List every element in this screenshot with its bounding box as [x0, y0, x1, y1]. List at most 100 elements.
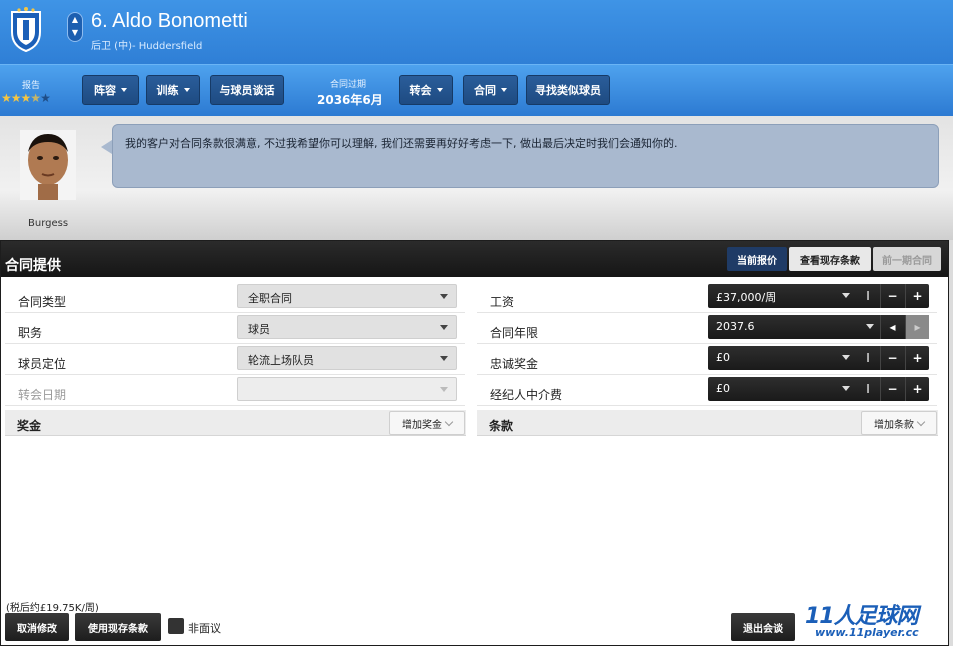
agent-fee-value: £0	[716, 382, 730, 395]
transfer-date-label: 转会日期	[18, 388, 67, 402]
minus-icon[interactable]: −	[880, 377, 904, 401]
exit-talks-button[interactable]: 退出会谈	[731, 613, 795, 641]
agent-fee-select[interactable]: £0 I − +	[708, 377, 929, 401]
speech-bubble-tail	[101, 140, 112, 154]
tab-previous-contract: 前一期合同	[873, 247, 941, 271]
role-value: 球员	[248, 323, 270, 336]
find-similar-label: 寻找类似球员	[535, 84, 601, 97]
contract-offer-panel: 合同提供 当前报价 查看现存条款 前一期合同 合同类型 全职合同 职务 球员 球…	[0, 240, 949, 646]
squad-button[interactable]: 阵容	[82, 75, 139, 105]
player-name: 6. Aldo Bonometti	[91, 10, 248, 32]
add-clause-button[interactable]: 增加条款	[861, 411, 937, 435]
panel-title: 合同提供	[5, 258, 61, 274]
use-existing-terms-button[interactable]: 使用现存条款	[75, 613, 161, 641]
role-label: 职务	[18, 326, 43, 340]
chevron-down-icon	[444, 417, 454, 426]
non-negotiable-label: 非面议	[188, 622, 221, 635]
talk-button-label: 与球员谈话	[219, 84, 275, 97]
contract-type-select[interactable]: 全职合同	[237, 284, 457, 308]
plus-icon[interactable]: +	[905, 284, 929, 308]
player-position-club: 后卫 (中)- Huddersfield	[91, 41, 203, 52]
transfer-button-label: 转会	[409, 84, 432, 97]
agent-fee-label: 经纪人中介费	[490, 388, 563, 402]
agent-fee-row: 经纪人中介费 £0 I − +	[477, 377, 937, 406]
agent-name: Burgess	[28, 218, 69, 229]
tab-current-offer[interactable]: 当前报价	[727, 247, 787, 271]
arrow-left-icon[interactable]: ◂	[880, 315, 904, 339]
training-button[interactable]: 训练	[146, 75, 200, 105]
contract-length-label: 合同年限	[490, 326, 539, 340]
contract-type-value: 全职合同	[248, 292, 292, 305]
contract-expiry-label: 合同过期	[330, 80, 367, 90]
squad-status-row: 球员定位 轮流上场队员	[5, 346, 465, 375]
player-switch-spinner[interactable]: ▲ ▼	[67, 12, 83, 42]
talk-to-player-button[interactable]: 与球员谈话	[210, 75, 284, 105]
chevron-down-icon	[842, 386, 850, 391]
role-row: 职务 球员	[5, 315, 465, 344]
cancel-changes-button[interactable]: 取消修改	[5, 613, 69, 641]
report-label: 报告	[22, 81, 41, 91]
text-cursor-icon[interactable]: I	[856, 377, 880, 401]
chevron-down-icon	[183, 88, 190, 92]
star-half-icon: ★	[30, 91, 41, 105]
contract-button[interactable]: 合同	[463, 75, 518, 105]
star-full-icon: ★	[1, 91, 12, 105]
plus-icon[interactable]: +	[905, 346, 929, 370]
clauses-section-label: 条款	[489, 419, 514, 433]
contract-button-label: 合同	[474, 84, 496, 97]
contract-expiry-value: 2036年6月	[317, 93, 383, 107]
watermark-url: www.11player.cc	[815, 626, 919, 639]
wage-row: 工资 £37,000/周 I − +	[477, 284, 937, 313]
tab-view-existing-terms[interactable]: 查看现存条款	[789, 247, 871, 271]
add-bonus-label: 增加奖金	[402, 419, 442, 431]
star-empty-icon: ★	[40, 91, 51, 105]
panel-header: 合同提供 当前报价 查看现存条款 前一期合同	[1, 241, 948, 277]
chevron-down-icon	[842, 355, 850, 360]
role-select[interactable]: 球员	[237, 315, 457, 339]
chevron-down-icon	[866, 324, 874, 329]
net-wage-note: (税后约£19.75K/周)	[6, 603, 99, 614]
find-similar-players-button[interactable]: 寻找类似球员	[526, 75, 610, 105]
wage-select[interactable]: £37,000/周 I − +	[708, 284, 929, 308]
squad-status-select[interactable]: 轮流上场队员	[237, 346, 457, 370]
player-toolbar: 报告 ★★★★★ 阵容 训练 与球员谈话 合同过期 2036年6月 转会 合同 …	[0, 64, 953, 116]
contract-length-select[interactable]: 2037.6 ◂ ▸	[708, 315, 929, 339]
chevron-down-icon	[440, 387, 448, 392]
non-negotiable-checkbox[interactable]	[168, 618, 184, 634]
transfer-date-select	[237, 377, 457, 401]
squad-button-label: 阵容	[94, 84, 116, 97]
add-clause-label: 增加条款	[874, 419, 914, 431]
loyalty-bonus-value: £0	[716, 351, 730, 364]
contract-type-row: 合同类型 全职合同	[5, 284, 465, 313]
transfer-date-row: 转会日期	[5, 377, 465, 406]
chevron-down-icon	[501, 88, 507, 92]
transfer-button[interactable]: 转会	[399, 75, 453, 105]
squad-status-value: 轮流上场队员	[248, 354, 314, 367]
text-cursor-icon[interactable]: I	[856, 346, 880, 370]
chevron-down-icon	[916, 417, 926, 426]
squad-status-label: 球员定位	[18, 357, 67, 371]
star-rating[interactable]: ★★★★★	[1, 91, 51, 105]
wage-label: 工资	[490, 295, 515, 309]
site-watermark: 11人足球网 www.11player.cc	[805, 598, 919, 639]
minus-icon[interactable]: −	[880, 284, 904, 308]
agent-face-avatar	[20, 130, 76, 200]
clauses-section-header: 条款 增加条款	[477, 410, 938, 436]
loyalty-bonus-select[interactable]: £0 I − +	[708, 346, 929, 370]
loyalty-bonus-label: 忠诚奖金	[490, 357, 539, 371]
chevron-down-icon	[436, 88, 443, 92]
contract-length-row: 合同年限 2037.6 ◂ ▸	[477, 315, 937, 344]
minus-icon[interactable]: −	[880, 346, 904, 370]
wage-value: £37,000/周	[716, 291, 777, 304]
plus-icon[interactable]: +	[905, 377, 929, 401]
chevron-down-icon	[842, 293, 850, 298]
player-header: ▲ ▼ 6. Aldo Bonometti 后卫 (中)- Huddersfiel…	[0, 0, 953, 64]
chevron-down-icon	[440, 294, 448, 299]
agent-message-bubble: 我的客户对合同条款很满意, 不过我希望你可以理解, 我们还需要再好好考虑一下, …	[112, 124, 939, 188]
text-cursor-icon[interactable]: I	[856, 284, 880, 308]
bonus-section-label: 奖金	[17, 419, 42, 433]
star-full-icon: ★	[10, 91, 22, 105]
add-bonus-button[interactable]: 增加奖金	[389, 411, 465, 435]
training-button-label: 训练	[156, 84, 179, 97]
arrow-right-icon: ▸	[905, 315, 929, 339]
